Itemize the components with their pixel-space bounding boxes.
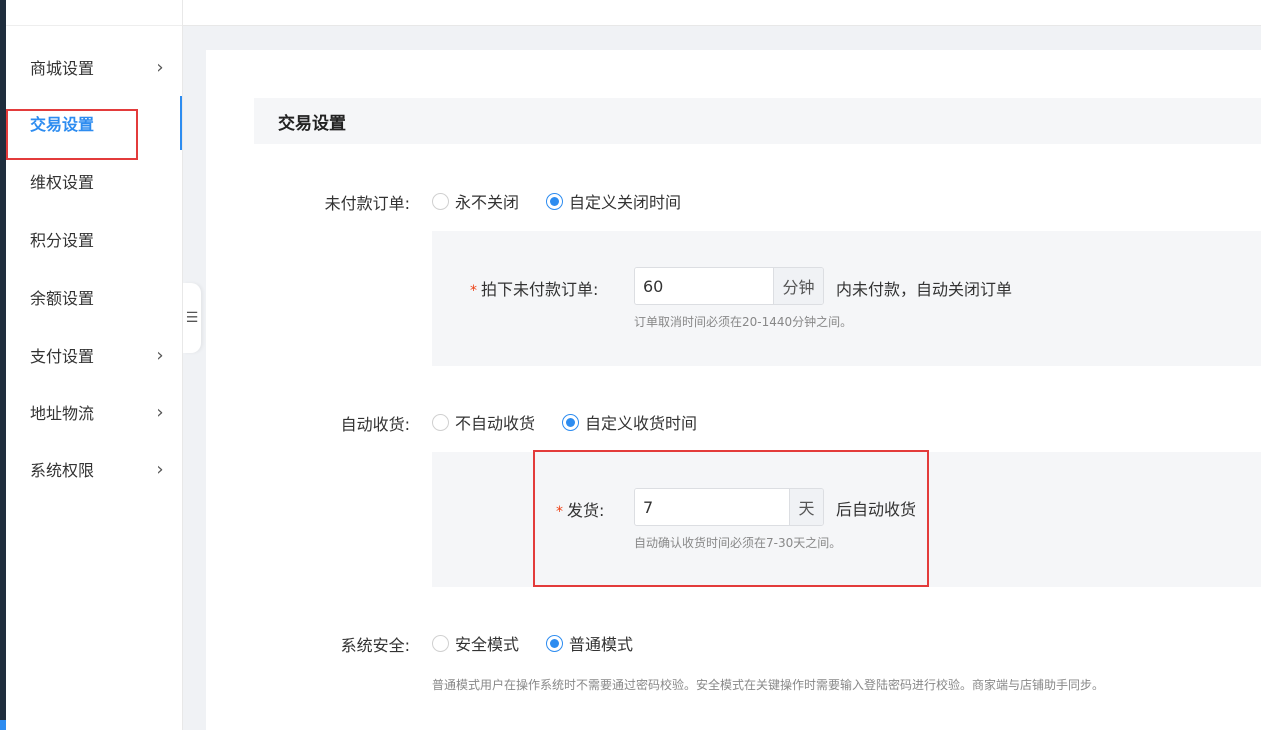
radio-label: 永不关闭	[455, 193, 520, 212]
required-mark-icon: *	[470, 283, 477, 299]
sidebar-item-mall-settings[interactable]: 商城设置 ›	[6, 40, 182, 94]
radio-circle	[432, 413, 449, 431]
settings-panel	[206, 50, 1261, 730]
auto-receive-label: 自动收货:	[340, 415, 410, 434]
sidebar-item-label: 商城设置	[30, 59, 95, 78]
radio-circle	[432, 192, 449, 210]
unpaid-suffix-text: 内未付款，自动关闭订单	[836, 280, 1013, 299]
sidebar-item-system-permissions[interactable]: 系统权限 ›	[6, 442, 182, 496]
security-hint: 普通模式用户在操作系统时不需要通过密码校验。安全模式在关键操作时需要输入登陆密码…	[432, 678, 1105, 692]
sidebar-item-label: 支付设置	[30, 347, 95, 366]
unpaid-hint: 订单取消时间必须在20-1440分钟之间。	[634, 315, 853, 329]
radio-never-close[interactable]: 永不关闭	[432, 189, 519, 213]
sidebar-item-label: 地址物流	[30, 404, 95, 423]
radio-circle	[432, 634, 449, 652]
radio-custom-close-time[interactable]: 自定义关闭时间	[546, 189, 681, 213]
radio-circle	[562, 413, 579, 431]
sidebar-item-label: 积分设置	[30, 231, 95, 250]
sidebar-item-label: 维权设置	[30, 173, 95, 192]
unpaid-order-field-label: * 拍下未付款订单:	[470, 276, 598, 300]
chevron-right-icon: ›	[156, 56, 164, 78]
radio-circle	[546, 192, 563, 210]
radio-label: 自定义关闭时间	[569, 193, 682, 212]
sidebar-item-address-logistics[interactable]: 地址物流 ›	[6, 385, 182, 439]
chevron-right-icon: ›	[156, 401, 164, 423]
radio-label: 安全模式	[455, 635, 520, 654]
field-label-text: 拍下未付款订单:	[481, 280, 599, 299]
sidebar-header	[6, 0, 182, 26]
radio-label: 普通模式	[569, 635, 634, 654]
chevron-right-icon: ›	[156, 344, 164, 366]
radio-safe-mode[interactable]: 安全模式	[432, 631, 519, 655]
radio-label: 不自动收货	[455, 414, 536, 433]
radio-custom-receive-time[interactable]: 自定义收货时间	[562, 410, 697, 434]
unpaid-order-label: 未付款订单:	[324, 194, 410, 213]
unpaid-minutes-input-group: 分钟	[634, 267, 824, 305]
sidebar-item-points-settings[interactable]: 积分设置	[6, 212, 182, 266]
radio-label: 自定义收货时间	[585, 414, 698, 433]
unpaid-minutes-input[interactable]	[635, 268, 773, 304]
top-bar	[183, 0, 1261, 26]
radio-normal-mode[interactable]: 普通模式	[546, 631, 633, 655]
radio-no-auto-receive[interactable]: 不自动收货	[432, 410, 535, 434]
sidebar-item-balance-settings[interactable]: 余额设置	[6, 270, 182, 324]
menu-fold-icon: ☰	[185, 310, 199, 326]
chevron-right-icon: ›	[156, 458, 164, 480]
radio-circle	[546, 634, 563, 652]
highlight-box-sidebar	[6, 109, 138, 160]
unit-addon: 分钟	[773, 268, 823, 304]
sidebar-collapse-button[interactable]: ☰	[183, 283, 201, 353]
security-label: 系统安全:	[340, 636, 410, 655]
sidebar-item-payment-settings[interactable]: 支付设置 ›	[6, 328, 182, 382]
sidebar-item-label: 系统权限	[30, 461, 95, 480]
sidebar-item-label: 余额设置	[30, 289, 95, 308]
sidebar-item-rights-settings[interactable]: 维权设置	[6, 154, 182, 208]
section-title: 交易设置	[254, 98, 1261, 144]
highlight-box-receive-setting	[533, 450, 929, 587]
